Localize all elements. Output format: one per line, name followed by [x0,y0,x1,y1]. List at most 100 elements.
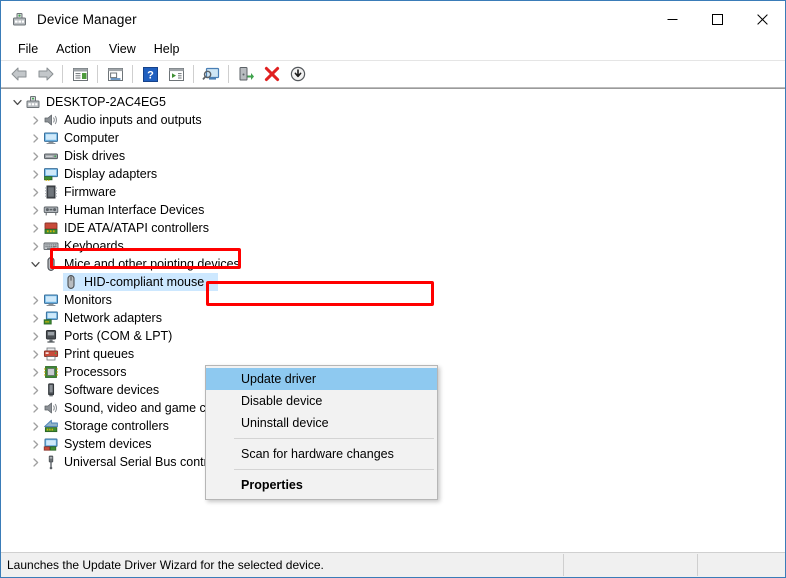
tree-item-print-queues[interactable]: Print queues [1,345,785,363]
tree-item-label: IDE ATA/ATAPI controllers [64,221,209,235]
tree-item-audio-inputs-and-outputs[interactable]: Audio inputs and outputs [1,111,785,129]
system-device-icon [43,436,59,452]
menu-item-help[interactable]: Help [145,40,189,58]
disable-device-icon[interactable] [285,62,311,86]
chevron-right-icon[interactable] [27,201,43,219]
tree-item-label: Display adapters [64,167,158,181]
tree-item-label: DESKTOP-2AC4EG5 [46,95,166,109]
tree-item-ports-com-and-lpt[interactable]: Ports (COM & LPT) [1,327,785,345]
tree-item-label: Ports (COM & LPT) [64,329,173,343]
status-divider [697,554,698,576]
port-icon [43,328,59,344]
tree-item-mice-and-other-pointing-devices[interactable]: Mice and other pointing devices [1,255,785,273]
chevron-right-icon[interactable] [27,129,43,147]
tree-item-firmware[interactable]: Firmware [1,183,785,201]
menu-item-view[interactable]: View [100,40,145,58]
tree-item-label: Audio inputs and outputs [64,113,202,127]
chevron-right-icon[interactable] [27,381,43,399]
chevron-right-icon[interactable] [27,183,43,201]
chevron-right-icon[interactable] [27,309,43,327]
chevron-right-icon[interactable] [27,453,43,471]
titlebar: Device Manager [1,1,785,37]
hid-icon [43,202,59,218]
update-driver-icon[interactable] [163,62,189,86]
properties-icon[interactable] [102,62,128,86]
processor-icon [43,364,59,380]
tree-item-label: Human Interface Devices [64,203,205,217]
show-hide-console-tree-icon[interactable] [67,62,93,86]
speaker-icon [43,112,59,128]
context-menu-separator [234,469,434,470]
chevron-right-icon[interactable] [27,165,43,183]
maximize-button[interactable] [695,1,740,37]
tree-item-label: Print queues [64,347,135,361]
context-menu-item-uninstall-device[interactable]: Uninstall device [206,412,437,434]
tree-item-label: Processors [64,365,127,379]
chevron-right-icon[interactable] [27,345,43,363]
back-icon[interactable] [6,62,32,86]
tree-item-human-interface-devices[interactable]: Human Interface Devices [1,201,785,219]
tree-item-monitors[interactable]: Monitors [1,291,785,309]
tree-item-label: HID-compliant mouse [84,275,205,289]
mouse-icon [63,274,79,290]
close-button[interactable] [740,1,785,37]
svg-text:?: ? [147,69,154,81]
tree-item-hid-compliant-mouse[interactable]: HID-compliant mouse [1,273,785,291]
tree-item-network-adapters[interactable]: Network adapters [1,309,785,327]
chevron-right-icon[interactable] [27,363,43,381]
monitor-icon [43,292,59,308]
tree-item-label: Storage controllers [64,419,169,433]
tree-item-disk-drives[interactable]: Disk drives [1,147,785,165]
device-tree-pane[interactable]: DESKTOP-2AC4EG5 Audio inputs and outputs [1,88,785,531]
uninstall-device-icon[interactable] [259,62,285,86]
tree-item-label: Network adapters [64,311,162,325]
toolbar-separator [97,65,98,83]
display-adapter-icon [43,166,59,182]
chevron-right-icon[interactable] [27,435,43,453]
storage-controller-icon [43,418,59,434]
tree-item-label: Computer [64,131,119,145]
tree-item-label: Mice and other pointing devices [64,257,240,271]
tree-item-label: System devices [64,437,152,451]
mouse-icon [43,256,59,272]
menu-item-file[interactable]: File [9,40,47,58]
menubar: File Action View Help [1,37,785,61]
chevron-right-icon[interactable] [27,417,43,435]
device-manager-icon [11,11,28,28]
context-menu-item-update-driver[interactable]: Update driver [206,368,437,390]
chevron-right-icon[interactable] [27,327,43,345]
forward-icon[interactable] [32,62,58,86]
tree-item-root[interactable]: DESKTOP-2AC4EG5 [1,93,785,111]
context-menu-separator [234,438,434,439]
chevron-down-icon[interactable] [9,93,25,111]
chevron-right-icon[interactable] [27,237,43,255]
chevron-right-icon[interactable] [27,147,43,165]
chevron-down-icon[interactable] [27,255,43,273]
context-menu-item-disable-device[interactable]: Disable device [206,390,437,412]
chevron-right-icon[interactable] [27,291,43,309]
context-menu-item-properties[interactable]: Properties [206,474,437,496]
chevron-right-icon[interactable] [27,219,43,237]
enable-device-icon[interactable] [233,62,259,86]
window-controls [650,1,785,37]
toolbar-separator [193,65,194,83]
tree-item-label: Keyboards [64,239,124,253]
firmware-chip-icon [43,184,59,200]
context-menu-item-scan-for-hardware-changes[interactable]: Scan for hardware changes [206,443,437,465]
tree-item-display-adapters[interactable]: Display adapters [1,165,785,183]
device-manager-window: Device Manager File Action View Help ? D… [0,0,786,578]
tree-item-ide-ata-atapi-controllers[interactable]: IDE ATA/ATAPI controllers [1,219,785,237]
tree-item-label: Software devices [64,383,160,397]
chevron-right-icon[interactable] [27,399,43,417]
chevron-right-icon[interactable] [27,111,43,129]
network-adapter-icon [43,310,59,326]
minimize-button[interactable] [650,1,695,37]
disk-drive-icon [43,148,59,164]
usb-icon [43,454,59,470]
menu-item-action[interactable]: Action [47,40,100,58]
toolbar: ? [1,61,785,88]
tree-item-computer[interactable]: Computer [1,129,785,147]
scan-for-hardware-changes-icon[interactable] [198,62,224,86]
tree-item-keyboards[interactable]: Keyboards [1,237,785,255]
help-icon[interactable]: ? [137,62,163,86]
